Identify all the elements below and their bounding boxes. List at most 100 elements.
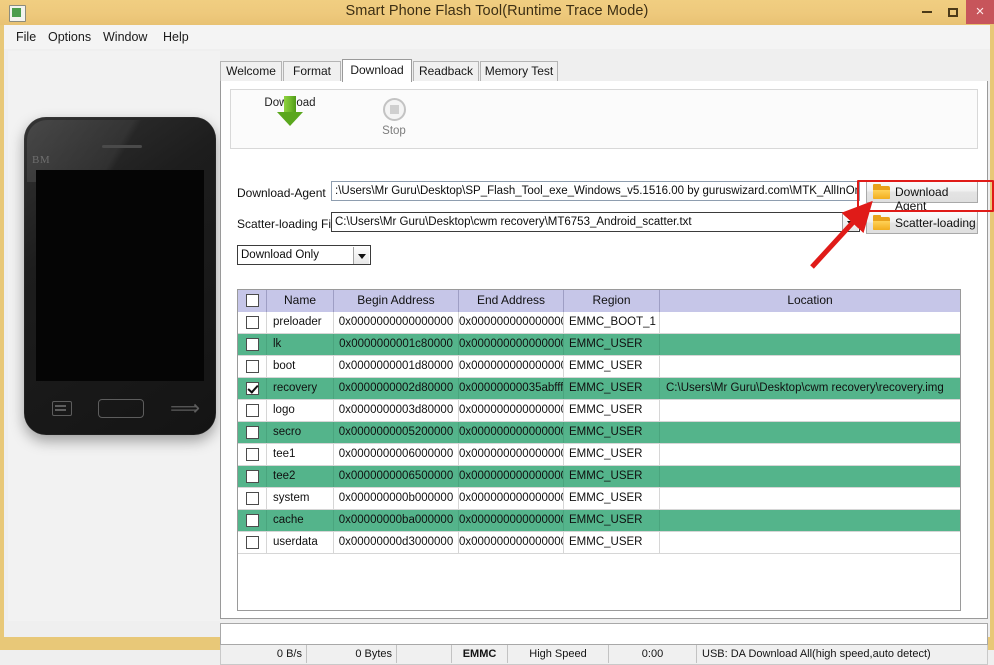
column-header-location[interactable]: Location	[660, 290, 960, 312]
menu-item-file[interactable]: File	[12, 29, 40, 45]
row-checkbox-cell[interactable]	[238, 510, 267, 531]
cell-location[interactable]	[660, 334, 960, 355]
close-button[interactable]: ×	[966, 0, 994, 24]
phone-brand-label: BM	[32, 154, 51, 166]
row-checkbox[interactable]	[246, 404, 259, 417]
cell-name: logo	[267, 400, 334, 421]
select-all-checkbox[interactable]	[238, 290, 267, 312]
table-row[interactable]: lk 0x0000000001c80000 0x0000000000000000…	[238, 334, 960, 356]
row-checkbox[interactable]	[246, 426, 259, 439]
cell-location[interactable]	[660, 510, 960, 531]
maximize-button[interactable]	[940, 0, 966, 25]
row-checkbox[interactable]	[246, 338, 259, 351]
cell-region: EMMC_USER	[564, 422, 660, 443]
cell-name: system	[267, 488, 334, 509]
scatter-loading-label: Scatter-loading File	[237, 217, 341, 231]
row-checkbox-cell[interactable]	[238, 312, 267, 333]
row-checkbox-cell[interactable]	[238, 488, 267, 509]
cell-end: 0x0000000000000000	[459, 312, 564, 333]
row-checkbox[interactable]	[246, 316, 259, 329]
cell-location[interactable]	[660, 400, 960, 421]
column-header-end[interactable]: End Address	[459, 290, 564, 312]
cell-end: 0x0000000000000000	[459, 510, 564, 531]
cell-end: 0x0000000000000000	[459, 488, 564, 509]
column-header-region[interactable]: Region	[564, 290, 660, 312]
tab-memory-test[interactable]: Memory Test	[480, 61, 558, 81]
cell-name: tee2	[267, 466, 334, 487]
cell-region: EMMC_USER	[564, 510, 660, 531]
table-row[interactable]: cache 0x00000000ba000000 0x0000000000000…	[238, 510, 960, 532]
cell-location[interactable]	[660, 466, 960, 487]
phone-speaker-icon	[102, 145, 142, 148]
title-bar: Smart Phone Flash Tool(Runtime Trace Mod…	[0, 0, 994, 25]
chevron-down-icon[interactable]	[842, 214, 858, 231]
cell-begin: 0x000000000b000000	[334, 488, 459, 509]
cell-name: recovery	[267, 378, 334, 399]
back-icon: ⟸	[170, 397, 201, 420]
chevron-down-icon[interactable]	[353, 247, 369, 264]
menu-item-options[interactable]: Options	[44, 29, 95, 45]
column-header-name[interactable]: Name	[267, 290, 334, 312]
cell-location[interactable]	[660, 532, 960, 553]
table-row[interactable]: preloader 0x0000000000000000 0x000000000…	[238, 312, 960, 334]
row-checkbox[interactable]	[246, 514, 259, 527]
tab-welcome[interactable]: Welcome	[220, 61, 282, 81]
row-checkbox[interactable]	[246, 448, 259, 461]
row-checkbox[interactable]	[246, 382, 259, 395]
cell-location[interactable]	[660, 422, 960, 443]
row-checkbox-cell[interactable]	[238, 422, 267, 443]
table-row[interactable]: boot 0x0000000001d80000 0x00000000000000…	[238, 356, 960, 378]
cell-region: EMMC_BOOT_1	[564, 312, 660, 333]
cell-location[interactable]	[660, 312, 960, 333]
cell-location[interactable]	[660, 488, 960, 509]
scatter-loading-input[interactable]: C:\Users\Mr Guru\Desktop\cwm recovery\MT…	[331, 212, 860, 232]
download-agent-input[interactable]: :\Users\Mr Guru\Desktop\SP_Flash_Tool_ex…	[331, 181, 860, 201]
action-toolbar: Download Stop	[230, 89, 978, 149]
status-usb-speed: High Speed	[508, 645, 609, 663]
cell-begin: 0x0000000000000000	[334, 312, 459, 333]
table-row[interactable]: system 0x000000000b000000 0x000000000000…	[238, 488, 960, 510]
cell-location[interactable]	[660, 356, 960, 377]
download-button[interactable]: Download	[247, 95, 333, 147]
menu-item-help[interactable]: Help	[159, 29, 193, 45]
cell-location[interactable]: C:\Users\Mr Guru\Desktop\cwm recovery\re…	[660, 378, 960, 399]
tab-readback[interactable]: Readback	[413, 61, 479, 81]
menu-item-window[interactable]: Window	[99, 29, 151, 45]
row-checkbox[interactable]	[246, 470, 259, 483]
table-row[interactable]: tee2 0x0000000006500000 0x00000000000000…	[238, 466, 960, 488]
table-row[interactable]: secro 0x0000000005200000 0x0000000000000…	[238, 422, 960, 444]
row-checkbox-cell[interactable]	[238, 400, 267, 421]
tab-format[interactable]: Format	[283, 61, 341, 81]
row-checkbox-cell[interactable]	[238, 378, 267, 399]
phone-screen	[36, 170, 204, 381]
cell-begin: 0x0000000005200000	[334, 422, 459, 443]
column-header-begin[interactable]: Begin Address	[334, 290, 459, 312]
home-icon	[98, 399, 144, 418]
cell-region: EMMC_USER	[564, 444, 660, 465]
table-row[interactable]: tee1 0x0000000006000000 0x00000000000000…	[238, 444, 960, 466]
scatter-loading-highlight-box	[857, 180, 994, 212]
minimize-button[interactable]	[914, 0, 940, 25]
cell-location[interactable]	[660, 444, 960, 465]
cell-begin: 0x0000000003d80000	[334, 400, 459, 421]
table-row[interactable]: logo 0x0000000003d80000 0x00000000000000…	[238, 400, 960, 422]
row-checkbox-cell[interactable]	[238, 356, 267, 377]
table-row[interactable]: userdata 0x00000000d3000000 0x0000000000…	[238, 532, 960, 554]
row-checkbox-cell[interactable]	[238, 466, 267, 487]
row-checkbox[interactable]	[246, 360, 259, 373]
client-inner: BM ⟸ Welcome Format Download Readback Me…	[4, 49, 990, 665]
cell-begin: 0x0000000002d80000	[334, 378, 459, 399]
row-checkbox-cell[interactable]	[238, 532, 267, 553]
window-title: Smart Phone Flash Tool(Runtime Trace Mod…	[345, 3, 649, 19]
stop-button[interactable]: Stop	[351, 95, 437, 147]
row-checkbox-cell[interactable]	[238, 334, 267, 355]
cell-name: cache	[267, 510, 334, 531]
scatter-loading-button[interactable]: Scatter-loading	[866, 211, 978, 234]
row-checkbox[interactable]	[246, 536, 259, 549]
row-checkbox-cell[interactable]	[238, 444, 267, 465]
download-mode-select[interactable]: Download Only	[237, 245, 371, 265]
cell-name: tee1	[267, 444, 334, 465]
tab-download[interactable]: Download	[342, 59, 412, 82]
table-row[interactable]: recovery 0x0000000002d80000 0x0000000003…	[238, 378, 960, 400]
row-checkbox[interactable]	[246, 492, 259, 505]
